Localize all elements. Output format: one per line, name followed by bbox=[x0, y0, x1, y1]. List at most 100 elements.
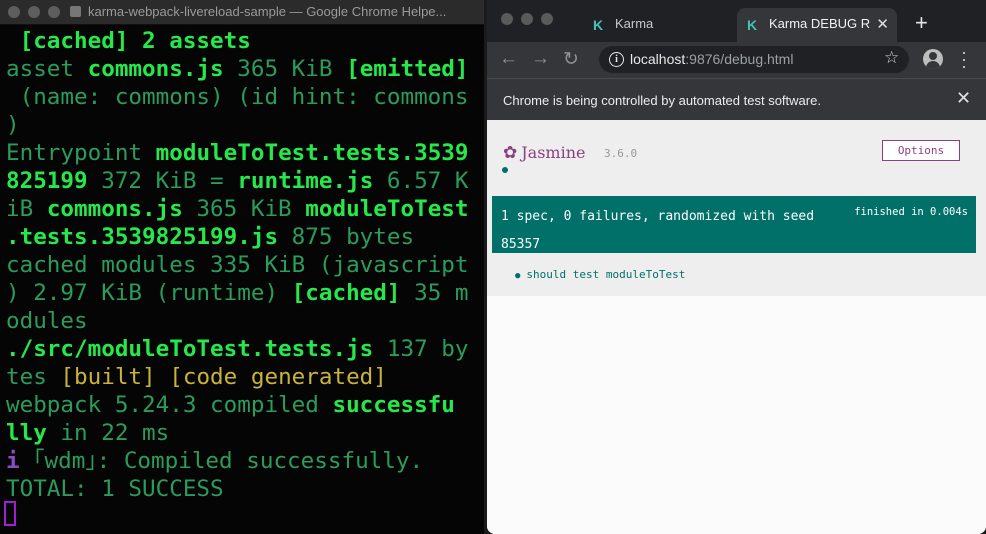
spec-status-dot[interactable] bbox=[502, 167, 508, 173]
terminal-text-segment: iB bbox=[6, 196, 47, 222]
terminal-text-segment: 365 KiB bbox=[182, 196, 306, 222]
browser-window[interactable]: K Karma K Karma DEBUG R ✕ + ← → ↻ i loca… bbox=[487, 0, 986, 534]
tab-karma[interactable]: K Karma bbox=[583, 8, 733, 42]
url-path: :9876/debug.html bbox=[685, 51, 794, 67]
terminal-text-segment: [emitted] bbox=[346, 56, 469, 82]
terminal-text-segment: ) bbox=[6, 112, 20, 138]
terminal-line: (name: commons) (id hint: commons bbox=[6, 83, 484, 111]
terminal-line: Entrypoint moduleToTest.tests.3539 bbox=[6, 139, 484, 167]
url-host: localhost bbox=[630, 51, 686, 67]
terminal-text-segment: .tests.3539825199.js bbox=[6, 224, 279, 250]
terminal-line: cached modules 335 KiB (javascript bbox=[6, 251, 484, 279]
terminal-text-segment: 35 m bbox=[400, 280, 469, 306]
terminal-text-segment: Entrypoint bbox=[6, 140, 156, 166]
terminal-line: iB commons.js 365 KiB moduleToTest bbox=[6, 195, 484, 223]
terminal-output: [cached] 2 assets asset commons.js 365 Ki… bbox=[6, 27, 484, 503]
infobar-close-icon[interactable]: ✕ bbox=[956, 88, 971, 109]
terminal-title: karma-webpack-livereload-sample — Google… bbox=[88, 4, 447, 19]
maximize-window-icon[interactable] bbox=[541, 13, 553, 25]
terminal-text-segment: webpack 5.24.3 compiled bbox=[6, 392, 333, 418]
jasmine-flower-icon: ✿ bbox=[503, 143, 518, 163]
tab-karma-debug[interactable]: K Karma DEBUG R ✕ bbox=[737, 8, 897, 42]
tab-label: Karma DEBUG R bbox=[769, 16, 871, 31]
terminal-text-segment: 875 bytes bbox=[278, 224, 415, 250]
results-summary-bar: 1 spec, 0 failures, randomized with seed… bbox=[492, 196, 976, 253]
terminal-text-segment: 372 KiB = bbox=[87, 168, 238, 194]
terminal-text-segment: [built] [code generated] bbox=[60, 364, 387, 390]
terminal-text-segment: in 22 ms bbox=[46, 420, 170, 446]
terminal-text-segment: runtime.js bbox=[237, 168, 374, 194]
terminal-line: asset commons.js 365 KiB [emitted] ( bbox=[6, 55, 484, 83]
terminal-text-segment: successfu bbox=[332, 392, 455, 418]
summary-text[interactable]: 1 spec, 0 failures, randomized with seed… bbox=[501, 203, 846, 259]
tab-close-icon[interactable]: ✕ bbox=[876, 15, 889, 33]
terminal-cursor bbox=[4, 501, 16, 526]
terminal-line: ) bbox=[6, 111, 484, 139]
jasmine-version: 3.6.0 bbox=[604, 147, 638, 160]
minimize-window-icon[interactable] bbox=[28, 6, 40, 18]
terminal-text-segment: [cached] bbox=[291, 280, 401, 306]
terminal-text-segment: asset bbox=[6, 56, 88, 82]
jasmine-logo[interactable]: ✿ Jasmine bbox=[503, 143, 585, 163]
new-tab-button[interactable]: + bbox=[915, 10, 928, 36]
close-window-icon[interactable] bbox=[8, 6, 20, 18]
reload-button[interactable]: ↻ bbox=[563, 48, 579, 71]
terminal-text-segment: cached modules 335 KiB (javascript bbox=[6, 252, 469, 278]
terminal-text-segment: tes bbox=[6, 364, 61, 390]
jasmine-reporter: ✿ Jasmine 3.6.0 Options 1 spec, 0 failure… bbox=[487, 120, 986, 296]
terminal-text-segment: lly bbox=[6, 420, 47, 446]
bookmark-star-icon[interactable]: ☆ bbox=[884, 48, 899, 68]
terminal-text-segment: 137 by bbox=[373, 336, 469, 362]
browser-toolbar: ← → ↻ i localhost:9876/debug.html ☆ · · · bbox=[487, 42, 986, 78]
terminal-text-segment: ./src/moduleToTest.tests.js bbox=[6, 336, 374, 362]
tab-bar: K Karma K Karma DEBUG R ✕ + bbox=[487, 0, 986, 42]
page-content: ✿ Jasmine 3.6.0 Options 1 spec, 0 failure… bbox=[487, 120, 986, 534]
menu-icon[interactable]: · · · bbox=[961, 43, 967, 75]
profile-avatar[interactable] bbox=[923, 49, 943, 69]
terminal-text-segment: (name: commons) (id hint: commons bbox=[6, 84, 469, 110]
terminal-window[interactable]: karma-webpack-livereload-sample — Google… bbox=[0, 0, 484, 534]
terminal-text-segment: odules bbox=[6, 308, 88, 334]
info-icon[interactable]: i bbox=[609, 52, 624, 67]
terminal-text-segment: ｢wdm｣: Compiled successfully. bbox=[19, 448, 424, 474]
terminal-text-segment: commons.js bbox=[46, 196, 183, 222]
terminal-text-segment: moduleToTest bbox=[305, 196, 469, 222]
terminal-text-segment: 825199 bbox=[6, 168, 88, 194]
terminal-line: 825199 372 KiB = runtime.js 6.57 K bbox=[6, 167, 484, 195]
spec-link[interactable]: should test moduleToTest bbox=[526, 268, 685, 281]
terminal-line: i ｢wdm｣: Compiled successfully. bbox=[6, 447, 484, 475]
folder-icon bbox=[70, 6, 81, 17]
terminal-text-segment: 365 KiB bbox=[223, 56, 347, 82]
minimize-window-icon[interactable] bbox=[521, 13, 533, 25]
forward-button[interactable]: → bbox=[531, 48, 550, 70]
url-text[interactable]: localhost:9876/debug.html bbox=[630, 51, 793, 67]
terminal-line: ./src/moduleToTest.tests.js 137 by bbox=[6, 335, 484, 363]
terminal-line: webpack 5.24.3 compiled successfu bbox=[6, 391, 484, 419]
duration-text: finished in 0.004s bbox=[854, 206, 968, 218]
terminal-line: .tests.3539825199.js 875 bytes bbox=[6, 223, 484, 251]
terminal-titlebar[interactable]: karma-webpack-livereload-sample — Google… bbox=[0, 0, 484, 25]
karma-logo-icon: K bbox=[747, 17, 758, 33]
spec-list-item[interactable]: ● should test moduleToTest bbox=[515, 268, 685, 281]
terminal-text-segment: TOTAL: 1 SUCCESS bbox=[6, 476, 224, 502]
terminal-line: ) 2.97 KiB (runtime) [cached] 35 m bbox=[6, 279, 484, 307]
karma-logo-icon: K bbox=[593, 17, 604, 33]
tab-label: Karma bbox=[615, 16, 654, 31]
maximize-window-icon[interactable] bbox=[48, 6, 60, 18]
terminal-line: [cached] 2 assets bbox=[6, 27, 484, 55]
back-button[interactable]: ← bbox=[499, 48, 518, 70]
terminal-text-segment: commons.js bbox=[87, 56, 224, 82]
terminal-text-segment: 6.57 K bbox=[373, 168, 469, 194]
close-window-icon[interactable] bbox=[501, 13, 513, 25]
terminal-text-segment: i bbox=[6, 448, 20, 474]
automation-infobar: Chrome is being controlled by automated … bbox=[487, 78, 986, 121]
terminal-text-segment: moduleToTest.tests.3539 bbox=[155, 140, 469, 166]
terminal-line: odules bbox=[6, 307, 484, 335]
address-bar[interactable]: i localhost:9876/debug.html bbox=[599, 46, 909, 73]
bullet-icon: ● bbox=[515, 271, 521, 281]
terminal-line: lly in 22 ms bbox=[6, 419, 484, 447]
options-button[interactable]: Options bbox=[882, 140, 960, 161]
jasmine-logo-text: Jasmine bbox=[521, 143, 586, 162]
terminal-text-segment: ) 2.97 KiB (runtime) bbox=[6, 280, 292, 306]
terminal-text-segment: ( bbox=[469, 56, 484, 82]
